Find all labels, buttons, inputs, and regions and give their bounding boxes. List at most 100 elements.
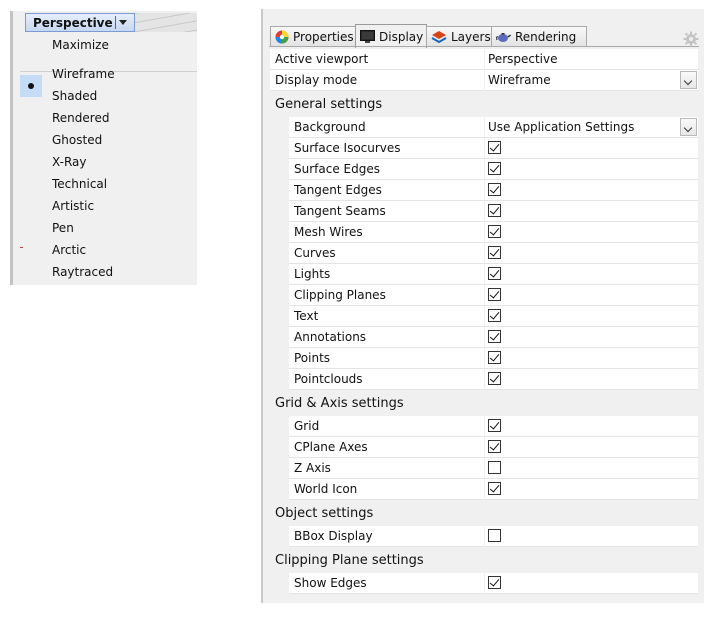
menu-item-technical[interactable]: Technical bbox=[52, 177, 107, 191]
property-value bbox=[485, 180, 698, 201]
menu-item-ghosted[interactable]: Ghosted bbox=[52, 133, 102, 147]
table-row: Clipping Planes bbox=[270, 285, 698, 306]
menu-item-pen[interactable]: Pen bbox=[52, 221, 74, 235]
table-row: Text bbox=[270, 306, 698, 327]
checkbox[interactable] bbox=[488, 183, 501, 196]
checkbox[interactable] bbox=[488, 141, 501, 154]
property-name: Surface Isocurves bbox=[270, 138, 484, 159]
section-object-settings: Object settings bbox=[270, 500, 698, 526]
section-clipping-plane-settings: Clipping Plane settings bbox=[270, 547, 698, 573]
property-name: World Icon bbox=[270, 479, 484, 500]
property-value bbox=[485, 479, 698, 500]
menu-item-maximize[interactable]: Maximize bbox=[52, 38, 109, 52]
property-label: Text bbox=[294, 309, 319, 323]
indent-gutter bbox=[270, 180, 289, 201]
checkbox[interactable] bbox=[488, 529, 501, 542]
section-title: Object settings bbox=[275, 506, 374, 521]
property-label: Surface Isocurves bbox=[294, 141, 401, 155]
viewport-axis-mark bbox=[20, 247, 23, 248]
indent-gutter bbox=[270, 306, 289, 327]
checkbox[interactable] bbox=[488, 576, 501, 589]
section-title: General settings bbox=[275, 97, 383, 112]
checkbox[interactable] bbox=[488, 246, 501, 259]
menu-item-xray[interactable]: X-Ray bbox=[52, 155, 86, 169]
checkbox[interactable] bbox=[488, 461, 501, 474]
property-label: Display mode bbox=[275, 73, 358, 87]
property-name: Annotations bbox=[270, 327, 484, 348]
property-name: Text bbox=[270, 306, 484, 327]
indent-gutter bbox=[270, 526, 289, 547]
gear-icon[interactable] bbox=[683, 31, 699, 47]
tab-rendering[interactable]: Rendering bbox=[491, 26, 587, 47]
menu-item-rendered[interactable]: Rendered bbox=[52, 111, 109, 125]
tab-underline bbox=[269, 46, 699, 47]
indent-gutter bbox=[270, 573, 289, 594]
property-label: BBox Display bbox=[294, 529, 373, 543]
chevron-down-icon[interactable] bbox=[680, 71, 697, 89]
property-label: Curves bbox=[294, 246, 336, 260]
checkbox[interactable] bbox=[488, 440, 501, 453]
property-label: Tangent Edges bbox=[294, 183, 382, 197]
property-value bbox=[485, 138, 698, 159]
table-row: Tangent Edges bbox=[270, 180, 698, 201]
viewport-title-button[interactable]: Perspective bbox=[25, 13, 135, 32]
property-name: Lights bbox=[270, 264, 484, 285]
property-label: Tangent Seams bbox=[294, 204, 386, 218]
property-name: Z Axis bbox=[270, 458, 484, 479]
display-mode-value: Wireframe bbox=[488, 73, 551, 87]
background-dropdown[interactable]: Use Application Settings bbox=[485, 117, 698, 138]
property-value bbox=[485, 458, 698, 479]
tab-layers[interactable]: Layers bbox=[426, 26, 492, 47]
indent-gutter bbox=[270, 348, 289, 369]
checkbox[interactable] bbox=[488, 267, 501, 280]
property-name: Mesh Wires bbox=[270, 222, 484, 243]
menu-item-arctic[interactable]: Arctic bbox=[52, 243, 86, 257]
property-value bbox=[485, 264, 698, 285]
indent-gutter bbox=[270, 479, 289, 500]
indent-gutter bbox=[270, 243, 289, 264]
display-mode-dropdown[interactable]: Wireframe bbox=[485, 70, 698, 91]
checkbox[interactable] bbox=[488, 351, 501, 364]
viewport-wireframe-preview bbox=[135, 13, 197, 32]
property-value bbox=[485, 327, 698, 348]
color-wheel-icon bbox=[275, 30, 289, 44]
monitor-icon bbox=[360, 29, 375, 43]
property-value bbox=[485, 243, 698, 264]
tab-display[interactable]: Display bbox=[355, 24, 427, 48]
checkbox[interactable] bbox=[488, 162, 501, 175]
row-background: Background Use Application Settings bbox=[270, 117, 698, 138]
checkbox[interactable] bbox=[488, 204, 501, 217]
tab-properties[interactable]: Properties bbox=[270, 26, 356, 47]
checkbox[interactable] bbox=[488, 372, 501, 385]
checkbox[interactable] bbox=[488, 225, 501, 238]
menu-item-artistic[interactable]: Artistic bbox=[52, 199, 94, 213]
table-row: Tangent Seams bbox=[270, 201, 698, 222]
checkbox[interactable] bbox=[488, 330, 501, 343]
property-value bbox=[485, 306, 698, 327]
property-label: Mesh Wires bbox=[294, 225, 363, 239]
property-name: Tangent Seams bbox=[270, 201, 484, 222]
tab-rendering-label: Rendering bbox=[515, 30, 577, 44]
layers-icon bbox=[431, 31, 447, 44]
menu-item-raytraced[interactable]: Raytraced bbox=[52, 265, 113, 279]
viewport-edge bbox=[10, 11, 13, 285]
checkbox[interactable] bbox=[488, 288, 501, 301]
property-name: Active viewport bbox=[270, 49, 484, 70]
section-title: Clipping Plane settings bbox=[275, 553, 424, 568]
property-value: Perspective bbox=[485, 49, 698, 70]
tab-properties-label: Properties bbox=[293, 30, 354, 44]
menu-item-shaded[interactable]: Shaded bbox=[52, 89, 97, 103]
active-viewport-value: Perspective bbox=[488, 52, 558, 66]
chevron-down-icon[interactable] bbox=[119, 20, 127, 25]
property-name: Tangent Edges bbox=[270, 180, 484, 201]
checkbox[interactable] bbox=[488, 309, 501, 322]
menu-item-wireframe[interactable]: Wireframe bbox=[52, 67, 115, 81]
table-row: Surface Edges bbox=[270, 159, 698, 180]
properties-tabstrip: Properties Display Layers Rendering bbox=[261, 9, 704, 48]
property-name: Points bbox=[270, 348, 484, 369]
checkbox[interactable] bbox=[488, 419, 501, 432]
chevron-down-icon[interactable] bbox=[680, 118, 697, 136]
property-name: CPlane Axes bbox=[270, 437, 484, 458]
section-title: Grid & Axis settings bbox=[275, 396, 404, 411]
checkbox[interactable] bbox=[488, 482, 501, 495]
